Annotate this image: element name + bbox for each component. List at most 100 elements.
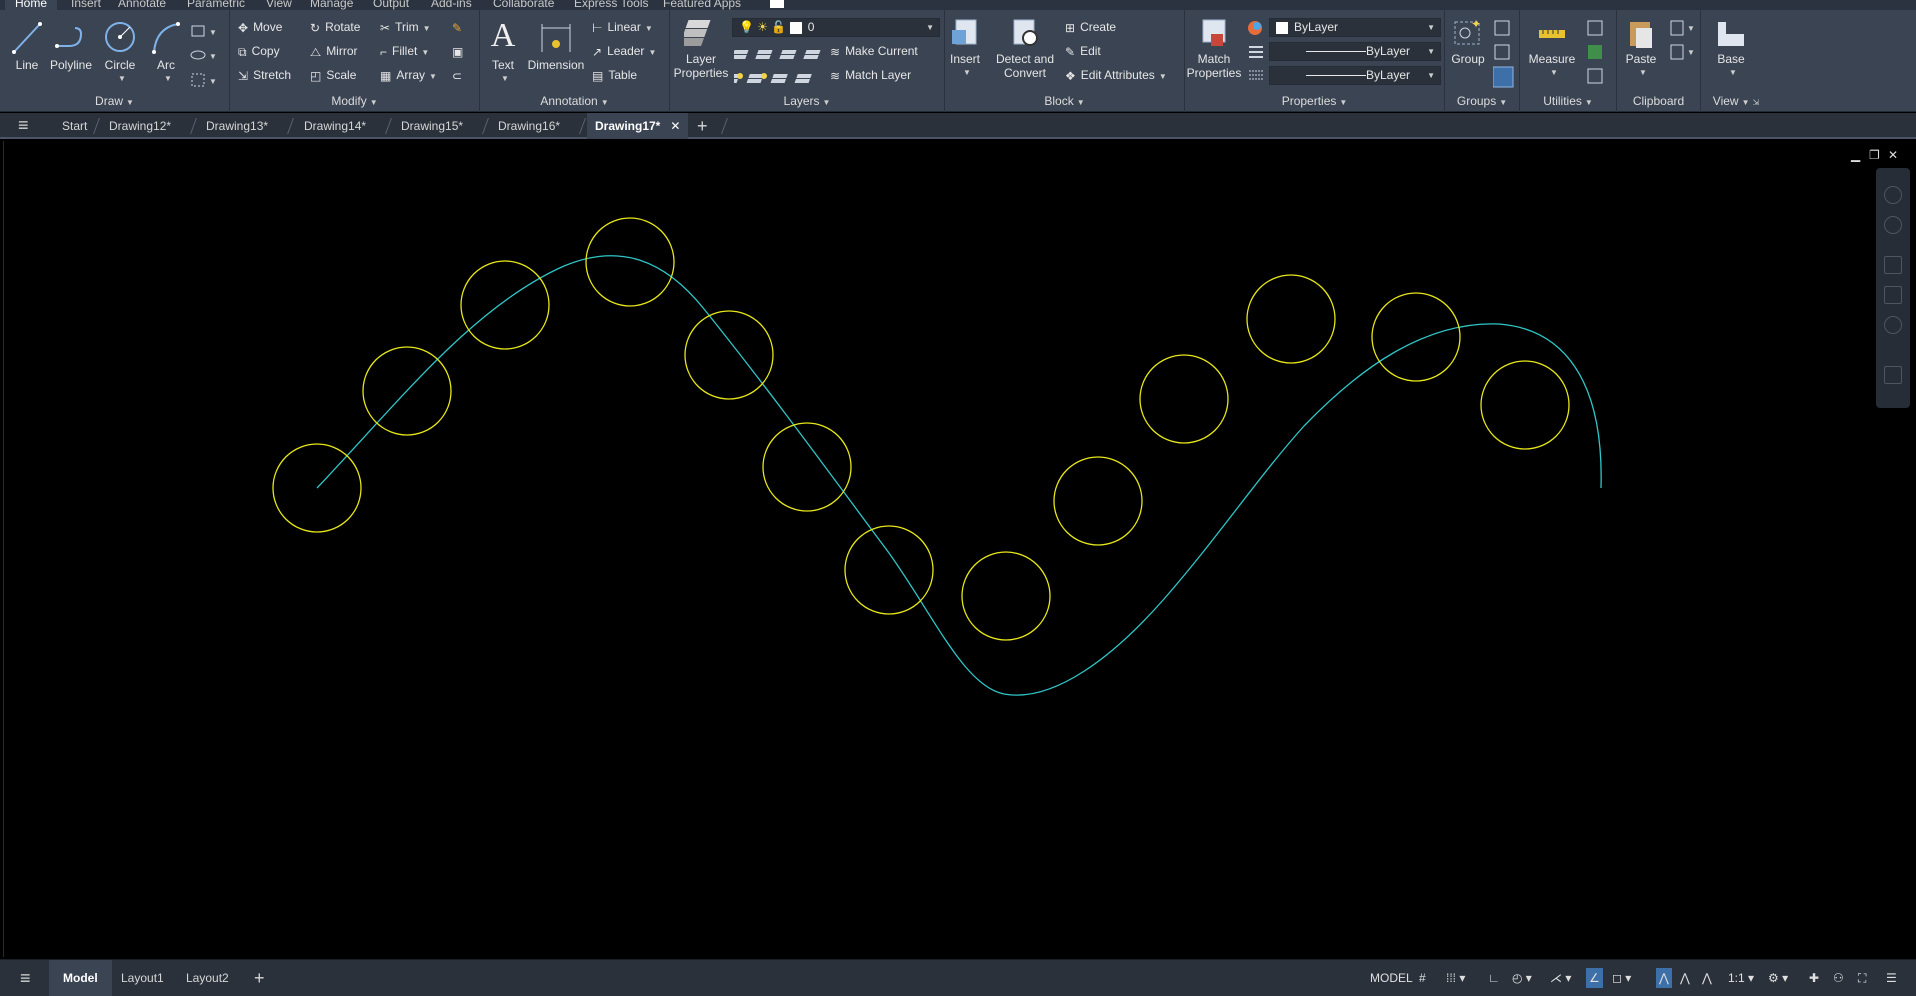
create-block-button[interactable]: ⊞ Create — [1065, 17, 1116, 37]
circle-entity[interactable] — [1139, 354, 1229, 444]
utilities-panel-title[interactable]: Utilities ▼ — [1520, 94, 1616, 110]
layout-tab-layout2[interactable]: Layout2 — [186, 960, 229, 996]
tab-manage[interactable]: Manage — [310, 0, 353, 10]
measure-button[interactable]: Measure ▼ — [1524, 16, 1580, 80]
object-snap-icon[interactable]: ◻ ▾ — [1612, 968, 1631, 988]
stretch-button[interactable]: ⇲ Stretch — [238, 65, 291, 85]
file-tab-drawing14[interactable]: Drawing14* — [304, 113, 366, 139]
tab-annotate[interactable]: Annotate — [118, 0, 166, 10]
isodraft-icon[interactable]: ⋌ ▾ — [1550, 968, 1571, 988]
utility-tool-icons[interactable] — [1586, 19, 1610, 91]
move-button[interactable]: ✥ Move — [238, 17, 282, 37]
tab-express-tools[interactable]: Express Tools — [574, 0, 648, 10]
circle-entity[interactable] — [1053, 456, 1143, 546]
arc-dropdown-icon[interactable]: ▼ — [150, 72, 186, 86]
restore-viewport-icon[interactable]: ❐ — [1869, 148, 1880, 162]
plus-icon[interactable]: ✚ — [1809, 968, 1819, 988]
layout-tab-layout1[interactable]: Layout1 — [121, 960, 164, 996]
annotation-panel-title[interactable]: Annotation ▼ — [480, 94, 669, 110]
circle-button[interactable]: Circle ▼ — [100, 18, 140, 86]
scale-button[interactable]: ◰ Scale — [310, 65, 356, 85]
circle-entity[interactable] — [684, 310, 774, 400]
draw-extra-tools[interactable]: ▼ ▼ ▼ — [190, 22, 220, 94]
ortho-icon[interactable]: ∟ — [1488, 968, 1500, 988]
text-button[interactable]: A Text ▼ — [488, 16, 518, 86]
annotation-scale-value[interactable]: 1:1 ▾ — [1728, 968, 1754, 988]
minimize-viewport-icon[interactable]: ▁ — [1851, 148, 1860, 162]
new-layout-plus-icon[interactable]: + — [254, 960, 265, 996]
insert-button[interactable]: Insert ▼ — [945, 16, 985, 80]
circle-entity[interactable] — [762, 422, 852, 512]
layers-panel-title[interactable]: Layers ▼ — [670, 94, 944, 110]
offset-button[interactable]: ⊂ — [452, 65, 467, 85]
grid-icon[interactable]: # — [1419, 968, 1426, 988]
snap-mode-icon[interactable]: ⁞⁞⁞ ▾ — [1446, 968, 1465, 988]
annotation-visibility-icon[interactable]: ⋀ — [1656, 968, 1672, 988]
showmotion-icon[interactable] — [1884, 366, 1902, 384]
group-tool-icons[interactable] — [1493, 19, 1517, 91]
workspace-gear-icon[interactable]: ⚙ ▾ — [1768, 968, 1788, 988]
file-tab-drawing15[interactable]: Drawing15* — [401, 113, 463, 139]
view-panel-title[interactable]: View ▼ ⇲ — [1701, 94, 1771, 110]
polyline-button[interactable]: Polyline — [48, 18, 94, 72]
leader-button[interactable]: ↗ Leader ▼ — [592, 41, 656, 61]
array-button[interactable]: ▦ Array ▼ — [380, 65, 437, 85]
linear-button[interactable]: ⊢ Linear ▼ — [592, 17, 653, 37]
circle-entity[interactable] — [1246, 274, 1336, 364]
properties-panel-title[interactable]: Properties ▼ — [1185, 94, 1444, 110]
layer-dropdown[interactable]: 💡 ☀ 🔓 0 ▼ — [732, 18, 940, 37]
workspace-switch-icon[interactable] — [770, 0, 784, 8]
file-tab-drawing17[interactable]: Drawing17* ✕ — [587, 113, 689, 139]
model-space-toggle[interactable]: MODEL — [1370, 968, 1413, 988]
circle-entity[interactable] — [460, 260, 550, 350]
explode-button[interactable]: ▣ — [452, 41, 468, 61]
isolate-objects-icon[interactable]: ⚇ — [1833, 968, 1844, 988]
copy-button[interactable]: ⧉ Copy — [238, 41, 280, 61]
line-button[interactable]: Line — [10, 18, 44, 72]
tab-insert[interactable]: Insert — [71, 0, 101, 10]
clipboard-panel-title[interactable]: Clipboard — [1617, 94, 1700, 110]
paste-button[interactable]: Paste ▼ — [1621, 16, 1661, 80]
circle-entity[interactable] — [844, 525, 934, 615]
make-current-button[interactable]: ≋ Make Current — [830, 41, 918, 61]
object-snap-tracking-icon[interactable]: ∠ — [1586, 968, 1603, 988]
tab-output[interactable]: Output — [373, 0, 409, 10]
pan-icon[interactable] — [1884, 256, 1902, 274]
customization-menu-icon[interactable]: ☰ — [1886, 968, 1897, 988]
file-tab-drawing12[interactable]: Drawing12* — [109, 113, 171, 139]
new-tab-plus-icon[interactable]: + — [697, 113, 708, 139]
groups-panel-title[interactable]: Groups ▼ — [1445, 94, 1519, 110]
tab-add-ins[interactable]: Add-ins — [431, 0, 472, 10]
trim-button[interactable]: ✂ Trim ▼ — [380, 17, 431, 37]
fillet-button[interactable]: ⌐ Fillet ▼ — [380, 41, 429, 61]
match-layer-button[interactable]: ≋ Match Layer — [830, 65, 911, 85]
drawing-canvas[interactable] — [3, 141, 1916, 957]
tab-featured-apps[interactable]: Featured Apps — [663, 0, 741, 10]
circle-entity[interactable] — [1480, 360, 1570, 450]
clean-screen-icon[interactable]: ⛶ — [1858, 968, 1866, 988]
base-view-button[interactable]: Base ▼ — [1711, 16, 1751, 80]
circle-entity[interactable] — [585, 217, 675, 307]
block-panel-title[interactable]: Block ▼ — [945, 94, 1184, 110]
color-dropdown[interactable]: ByLayer ▼ — [1269, 18, 1441, 37]
auto-scale-icon[interactable]: ⋀ — [1680, 968, 1690, 988]
file-tab-drawing16[interactable]: Drawing16* — [498, 113, 560, 139]
lineweight-dropdown[interactable]: ByLayer ▼ — [1269, 66, 1441, 85]
steering-wheel-icon[interactable] — [1884, 186, 1902, 204]
rotate-button[interactable]: ↻ Rotate — [310, 17, 360, 37]
application-menu-icon[interactable]: ≡ — [18, 113, 29, 139]
tab-view[interactable]: View — [266, 0, 292, 10]
orbit-icon[interactable] — [1884, 216, 1902, 234]
layout-tab-model[interactable]: Model — [49, 960, 112, 996]
polar-tracking-icon[interactable]: ◴ ▾ — [1512, 968, 1532, 988]
tab-parametric[interactable]: Parametric — [187, 0, 245, 10]
table-button[interactable]: ▤ Table — [592, 65, 637, 85]
edit-block-button[interactable]: ✎ Edit — [1065, 41, 1101, 61]
arc-button[interactable]: Arc ▼ — [146, 18, 186, 86]
spline-curve[interactable] — [316, 255, 1602, 696]
detect-convert-button[interactable]: Detect and Convert — [989, 16, 1061, 80]
circle-entity[interactable] — [1371, 292, 1461, 382]
file-tab-start[interactable]: Start — [62, 113, 87, 139]
layouts-menu-icon[interactable]: ≡ — [20, 960, 31, 996]
tab-home[interactable]: Home — [5, 0, 58, 10]
